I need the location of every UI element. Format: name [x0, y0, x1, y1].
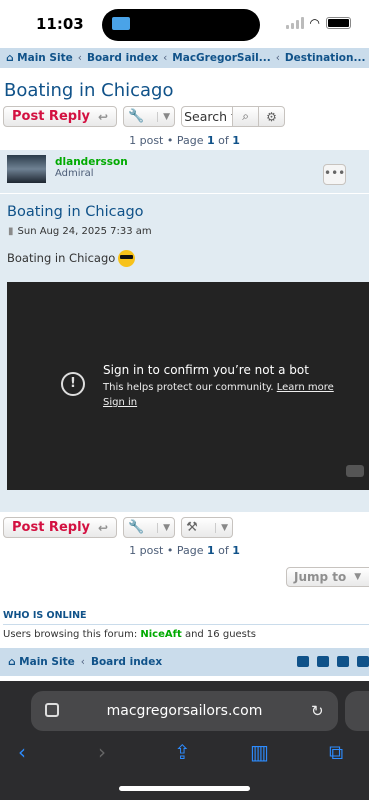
- next-tab-preview[interactable]: [345, 691, 369, 731]
- forward-icon[interactable]: ›: [98, 740, 106, 764]
- post-title[interactable]: Boating in Chicago: [7, 204, 144, 220]
- breadcrumb-forum[interactable]: MacGregorSail...: [172, 52, 270, 64]
- pagination-of: of: [214, 544, 233, 557]
- footer-navbar: ⌂ Main Site ‹ Board index: [0, 648, 369, 676]
- who-is-online-title[interactable]: WHO IS ONLINE: [3, 610, 369, 625]
- post-content: Boating in Chicago: [7, 250, 136, 267]
- wrench-icon: 🔧: [128, 520, 145, 535]
- post-profile: dlandersson Admiral •••: [0, 150, 369, 194]
- home-icon: ⌂: [8, 656, 20, 668]
- bottom-actions: Post Reply ↩ 🔧 ▼ ⚒ ▼: [3, 517, 234, 538]
- jump-to-button[interactable]: Jump to ▼: [286, 567, 369, 587]
- wifi-icon: ◠: [309, 16, 320, 30]
- pagination-of: of: [214, 134, 233, 147]
- learn-more-link[interactable]: Learn more: [277, 382, 334, 393]
- online-user-link[interactable]: NiceAft: [140, 629, 181, 640]
- pagination-prefix: 1 post • Page: [129, 134, 207, 147]
- chevron-down-icon: ▼: [354, 572, 362, 582]
- sign-in-link[interactable]: Sign in: [103, 397, 137, 408]
- search-input[interactable]: Search t: [181, 106, 234, 127]
- moderator-tools-button[interactable]: ⚒ ▼: [181, 517, 234, 538]
- video-body-text: This helps protect our community.: [103, 382, 277, 393]
- breadcrumb-board-index[interactable]: Board index: [87, 52, 158, 64]
- search-box: Search t ⌕ ⚙: [181, 106, 286, 127]
- screen-mirror-icon: [112, 17, 130, 30]
- pagination-total: 1: [232, 134, 240, 147]
- pagination-current: 1: [206, 134, 215, 147]
- wrench-icon: 🔧: [128, 109, 145, 124]
- page-title[interactable]: Boating in Chicago: [4, 80, 173, 101]
- battery-icon: [326, 17, 351, 29]
- home-icon: ⌂: [6, 52, 18, 64]
- sunglasses-emoji-icon: [118, 250, 136, 267]
- pagination-current: 1: [206, 544, 215, 557]
- bookmarks-icon[interactable]: ▥: [250, 740, 269, 764]
- jump-to-label: Jump to: [294, 570, 347, 584]
- search-button[interactable]: ⌕: [233, 106, 260, 127]
- topic-actions: Post Reply ↩ 🔧 ▼ Search t ⌕ ⚙: [3, 106, 286, 127]
- footer-board-index[interactable]: Board index: [91, 656, 162, 668]
- breadcrumb-main-site[interactable]: Main Site: [17, 52, 73, 64]
- post-text: Boating in Chicago: [7, 251, 116, 265]
- back-icon[interactable]: ‹: [18, 740, 26, 764]
- post-container: dlandersson Admiral ••• Boating in Chica…: [0, 150, 369, 512]
- topic-tools-button[interactable]: 🔧 ▼: [123, 106, 176, 127]
- video-message: This helps protect our community. Learn …: [103, 382, 334, 393]
- post-reply-button[interactable]: Post Reply ↩: [3, 106, 118, 127]
- pagination-total: 1: [232, 544, 240, 557]
- signal-icon: [285, 17, 304, 29]
- home-indicator: [119, 786, 250, 791]
- menu-icon[interactable]: [357, 656, 369, 667]
- url-text: macgregorsailors.com: [106, 703, 263, 719]
- status-bar: 11:03 ◠: [0, 0, 369, 48]
- footer-icons: [297, 656, 369, 667]
- pagination-prefix: 1 post • Page: [129, 544, 207, 557]
- online-suffix: and 16 guests: [181, 629, 257, 640]
- post-username[interactable]: dlandersson: [55, 156, 128, 168]
- dynamic-island: [102, 9, 260, 41]
- tabs-icon[interactable]: ⧉: [329, 740, 343, 764]
- reply-arrow-icon: ↩: [98, 109, 109, 124]
- search-icon: ⌕: [242, 109, 249, 123]
- breadcrumb-subforum[interactable]: Destination...: [285, 52, 366, 64]
- pagination-bottom: 1 post • Page 1 of 1: [0, 544, 369, 557]
- gear-icon: ⚙: [266, 109, 277, 124]
- browser-nav: ‹ › ⇪ ▥ ⧉: [0, 740, 369, 764]
- online-prefix: Users browsing this forum:: [3, 629, 141, 640]
- warning-icon: !: [61, 372, 85, 396]
- post-date: Sun Aug 24, 2025 7:33 am: [17, 226, 152, 237]
- reply-arrow-icon: ↩: [98, 520, 109, 535]
- breadcrumb: ⌂ Main Site ‹ Board index ‹ MacGregorSail.…: [0, 48, 369, 68]
- shield-icon[interactable]: [317, 656, 329, 667]
- video-heading: Sign in to confirm you’re not a bot: [103, 363, 309, 377]
- post-reply-label: Post Reply: [12, 109, 90, 124]
- topic-tools-button-bottom[interactable]: 🔧 ▼: [123, 517, 176, 538]
- mail-icon[interactable]: [297, 656, 309, 667]
- post-options-button[interactable]: •••: [323, 164, 346, 185]
- youtube-icon[interactable]: [346, 465, 364, 477]
- gavel-icon: ⚒: [186, 520, 198, 535]
- footer-main-site[interactable]: Main Site: [19, 656, 75, 668]
- post-date-row: ▮ Sun Aug 24, 2025 7:33 am: [8, 226, 152, 237]
- status-icons: ◠: [285, 16, 351, 30]
- pagination-top: 1 post • Page 1 of 1: [0, 134, 369, 147]
- avatar[interactable]: [7, 155, 46, 183]
- post-reply-label-bottom: Post Reply: [12, 520, 90, 535]
- post-rank: Admiral: [55, 168, 94, 179]
- reload-icon[interactable]: ↻: [311, 702, 324, 720]
- address-bar[interactable]: macgregorsailors.com ↻: [31, 691, 338, 731]
- status-time: 11:03: [36, 15, 84, 33]
- users-icon[interactable]: [337, 656, 349, 667]
- chevron-down-icon: ▼: [157, 522, 170, 533]
- chevron-down-icon: ▼: [215, 522, 228, 533]
- chevron-down-icon: ▼: [157, 111, 170, 122]
- embedded-video[interactable]: ! Sign in to confirm you’re not a bot Th…: [7, 282, 369, 490]
- online-users: Users browsing this forum: NiceAft and 1…: [3, 629, 256, 640]
- share-icon[interactable]: ⇪: [174, 740, 191, 764]
- document-icon: ▮: [8, 226, 14, 237]
- advanced-search-button[interactable]: ⚙: [259, 106, 286, 127]
- post-reply-button-bottom[interactable]: Post Reply ↩: [3, 517, 118, 538]
